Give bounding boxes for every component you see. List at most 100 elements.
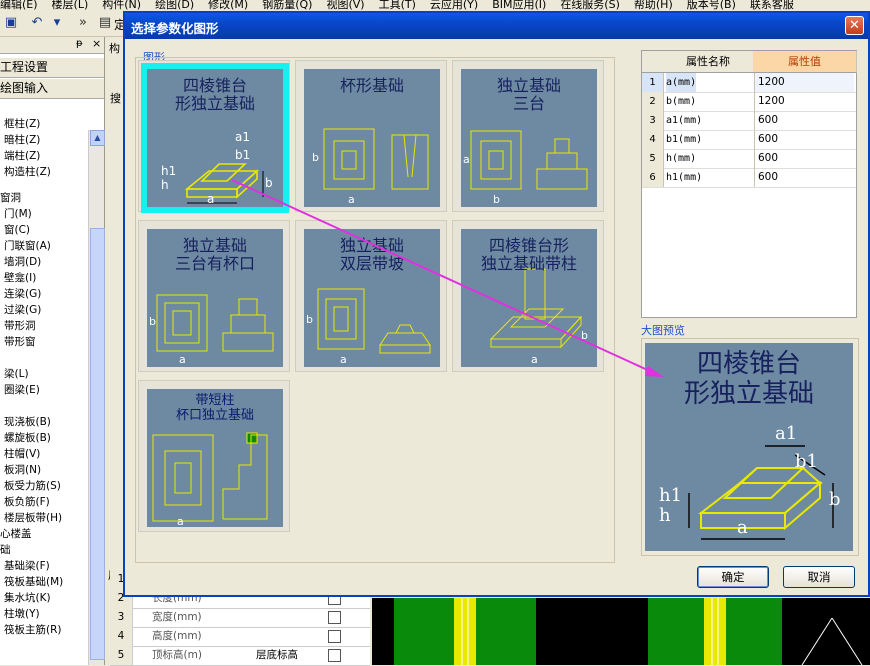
tree-item[interactable]: 集水坑(K) <box>4 590 51 605</box>
grid-row[interactable]: 1 a(mm) 1200 <box>642 73 856 93</box>
parametric-shape-dialog: 选择参数化图形 ✕ 图形 a b h1 h a1 b1 四棱锥台 形独立基础 a b 杯形基础 b a 独… <box>123 11 870 597</box>
property-name: 宽度(mm) <box>152 611 202 623</box>
ok-button[interactable]: 确定 <box>697 566 769 588</box>
tree-item[interactable]: 础 <box>0 542 11 557</box>
grid-row[interactable]: 6 h1(mm) 600 <box>642 168 856 188</box>
dialog-title-bar[interactable]: 选择参数化图形 ✕ <box>125 13 868 39</box>
tree-item[interactable]: 楼层板带(H) <box>4 510 62 525</box>
svg-text:b: b <box>493 193 500 206</box>
tree-item[interactable]: 基础梁(F) <box>4 558 50 573</box>
tree-item[interactable]: 螺旋板(B) <box>4 430 51 445</box>
grid-property-value[interactable]: 1200 <box>754 92 854 111</box>
grid-property-value[interactable]: 600 <box>754 130 854 149</box>
tree-item[interactable]: 暗柱(Z) <box>4 132 40 147</box>
grid-property-value[interactable]: 600 <box>754 111 854 130</box>
shape-option-s3[interactable]: b a 独立基础 三台 <box>452 60 604 212</box>
tree-item[interactable]: 梁(L) <box>4 366 29 381</box>
row-number: 4 <box>110 627 133 646</box>
shape-title-line2: 杯口独立基础 <box>175 408 254 423</box>
tree-item[interactable]: 带形洞 <box>4 318 36 333</box>
grid-row-number: 1 <box>642 73 664 92</box>
property-row[interactable]: 3 宽度(mm) <box>110 608 370 628</box>
shape-title-line1: 独立基础 <box>496 76 561 95</box>
tree-item[interactable]: 窗(C) <box>4 222 30 237</box>
tree-item[interactable]: 墙洞(D) <box>4 254 41 269</box>
scroll-thumb[interactable] <box>90 228 105 660</box>
grid-property-name: h(mm) <box>666 153 697 164</box>
tree-item[interactable]: 柱墩(Y) <box>4 606 40 621</box>
property-grid: 属性名称 属性值 1 a(mm) 1200 2 b(mm) 1200 3 a1(mm) 600 4… <box>641 50 857 318</box>
grid-property-name: b1(mm) <box>666 134 703 145</box>
overflow-chevron-icon[interactable]: » <box>74 14 92 32</box>
tree-item[interactable]: 圈梁(E) <box>4 382 40 397</box>
panel-header-project-settings[interactable]: 工程设置 <box>0 58 104 78</box>
property-checkbox[interactable] <box>328 649 341 662</box>
svg-text:b: b <box>581 329 588 342</box>
grid-row[interactable]: 3 a1(mm) 600 <box>642 111 856 131</box>
tree-scrollbar[interactable]: ▲ <box>88 130 105 665</box>
tree-item[interactable]: 壁龛(I) <box>4 270 36 285</box>
shape-thumbnail: a b 杯形基础 <box>304 69 440 207</box>
tree-item[interactable]: 门(M) <box>4 206 32 221</box>
scroll-up-icon[interactable]: ▲ <box>90 130 105 146</box>
tree-item[interactable]: 板洞(N) <box>4 462 41 477</box>
tree-item[interactable]: 板受力筋(S) <box>4 478 61 493</box>
grid-row-number: 5 <box>642 149 664 168</box>
tree-item[interactable]: 过梁(G) <box>4 302 41 317</box>
tree-item[interactable]: 筏板基础(M) <box>4 574 63 589</box>
svg-text:b: b <box>149 315 156 328</box>
property-row[interactable]: 4 高度(mm) <box>110 627 370 647</box>
shape-title-line1: 独立基础 <box>182 236 247 255</box>
layout-icon[interactable]: ▤ <box>96 14 114 32</box>
preview-dim-a1: a1 <box>775 423 797 444</box>
svg-text:a: a <box>177 515 184 527</box>
svg-text:a: a <box>179 353 186 366</box>
grid-row-number: 2 <box>642 92 664 111</box>
property-name: 高度(mm) <box>152 630 202 642</box>
shape-option-s6[interactable]: a b 四棱锥台形 独立基础带柱 <box>452 220 604 372</box>
property-row[interactable]: 5 顶标高(m) 层底标高 <box>110 646 370 666</box>
property-checkbox[interactable] <box>328 611 341 624</box>
tree-item[interactable]: 构造柱(Z) <box>4 164 51 179</box>
svg-text:a1: a1 <box>235 130 250 144</box>
tree-item[interactable]: 框柱(Z) <box>4 116 40 131</box>
shapes-group: a b h1 h a1 b1 四棱锥台 形独立基础 a b 杯形基础 b a 独立基础 三台 a b 独立基础 三台… <box>135 57 615 563</box>
property-name: 顶标高(m) <box>152 649 202 661</box>
tree-item[interactable]: 连梁(G) <box>4 286 41 301</box>
tree-item[interactable]: 带形窗 <box>4 334 36 349</box>
tree-item[interactable]: 柱帽(V) <box>4 446 40 461</box>
shape-option-s5[interactable]: a b 独立基础 双层带坡 <box>295 220 447 372</box>
grid-property-value[interactable]: 600 <box>754 149 854 168</box>
grid-property-value[interactable]: 600 <box>754 168 854 187</box>
component-tab[interactable]: 构 <box>109 40 120 56</box>
grid-row[interactable]: 4 b1(mm) 600 <box>642 130 856 150</box>
shape-option-s1[interactable]: a b h1 h a1 b1 四棱锥台 形独立基础 <box>138 60 290 213</box>
shape-option-s2[interactable]: a b 杯形基础 <box>295 60 447 212</box>
grid-property-name: h1(mm) <box>666 172 703 183</box>
drawing-canvas[interactable] <box>372 598 870 665</box>
grid-row[interactable]: 2 b(mm) 1200 <box>642 92 856 112</box>
undo-icon[interactable]: ↶ <box>28 14 46 32</box>
tree-item[interactable]: 现浇板(B) <box>4 414 51 429</box>
property-value[interactable]: 层底标高 <box>256 646 298 665</box>
save-icon[interactable]: ▣ <box>2 14 20 32</box>
panel-header-drawing-input[interactable]: 绘图输入 <box>0 79 104 99</box>
cancel-button[interactable]: 取消 <box>783 566 855 588</box>
tree-item[interactable]: 筏板主筋(R) <box>4 622 62 637</box>
shape-option-s7[interactable]: a 带短柱 杯口独立基础 <box>138 380 290 532</box>
tree-item[interactable]: 门联窗(A) <box>4 238 51 253</box>
close-button[interactable]: ✕ <box>845 16 864 35</box>
grid-header-value: 属性值 <box>753 51 857 73</box>
dropdown-arrow-icon[interactable]: ▾ <box>48 14 66 32</box>
tree-item[interactable]: 窗洞 <box>0 190 21 205</box>
tree-item[interactable]: 端柱(Z) <box>4 148 40 163</box>
panel-close-icon[interactable]: × <box>92 37 101 50</box>
pin-icon[interactable]: ᵽ <box>76 38 83 49</box>
shape-option-s4[interactable]: a b 独立基础 三台有杯口 <box>138 220 290 372</box>
property-checkbox[interactable] <box>328 630 341 643</box>
grid-row[interactable]: 5 h(mm) 600 <box>642 149 856 169</box>
preview-image: 四棱锥台 形独立基础 a b h1 h a1 b1 <box>645 343 853 551</box>
grid-property-value[interactable]: 1200 <box>754 73 854 92</box>
tree-item[interactable]: 心楼盖 <box>0 526 32 541</box>
tree-item[interactable]: 板负筋(F) <box>4 494 50 509</box>
